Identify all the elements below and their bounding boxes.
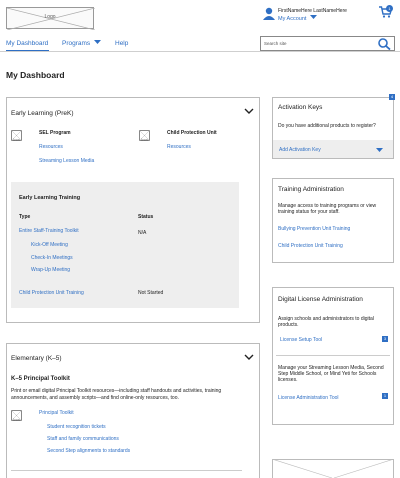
training-col-type: Type [19, 214, 31, 220]
activation-title: Activation Keys [278, 104, 323, 111]
child-protection-title: Child Protection Unit [167, 130, 217, 136]
cart-count-badge: 1 [386, 5, 393, 12]
license-admin-badge: 1 [382, 393, 388, 399]
chevron-down-icon[interactable] [244, 108, 254, 115]
nav-help[interactable]: Help [115, 40, 128, 47]
training-row-type[interactable]: Child Protection Unit Training [19, 290, 84, 296]
search-icon[interactable] [378, 38, 391, 50]
license-setup-description: Assign schools and administrators to dig… [278, 316, 374, 328]
icon-label: Icon [13, 418, 20, 422]
license-admin-title: Digital License Administration [278, 296, 363, 303]
chevron-down-icon [94, 40, 101, 44]
student-recognition-link[interactable]: Student recognition tickets [47, 424, 106, 430]
training-title: Early Learning Training [19, 195, 81, 201]
license-setup-badge: 3 [382, 336, 388, 342]
placeholder-card [272, 459, 394, 478]
toolkit-icon: Icon [11, 410, 22, 422]
image-placeholder-icon [272, 459, 394, 478]
bullying-prevention-training-link[interactable]: Bullying Prevention Unit Training [278, 226, 350, 232]
license-admin-description: Manage your Streaming Lesson Media, Seco… [278, 365, 384, 383]
add-activation-key-label: Add Activation Key [279, 147, 321, 153]
nav-programs-label: Programs [62, 40, 91, 47]
license-admin-card [272, 287, 394, 425]
alignments-link[interactable]: Second Step alignments to standards [47, 448, 130, 454]
chevron-down-icon[interactable] [244, 354, 254, 361]
nav-my-dashboard[interactable]: My Dashboard [6, 40, 48, 47]
training-admin-description: Manage access to training programs or vi… [278, 203, 377, 215]
training-row-type[interactable]: Kick-Off Meeting [31, 242, 68, 248]
activation-description: Do you have additional products to regis… [278, 123, 376, 129]
elementary-title: Elementary (K–5) [11, 355, 62, 362]
my-account-label: My Account [278, 16, 307, 22]
training-row-type[interactable]: Entire Staff-Training Toolkit [19, 228, 79, 234]
training-row-type[interactable]: Wrap-Up Meeting [31, 267, 70, 273]
training-row-type[interactable]: Check-In Meetings [31, 255, 73, 261]
training-admin-title: Training Administration [278, 186, 344, 193]
logo[interactable]: Logo [6, 7, 95, 30]
child-protection-icon: Icon [139, 130, 150, 142]
sel-program-title: SEL Program [39, 130, 71, 136]
divider [11, 470, 242, 471]
sel-program-icon: Icon [11, 130, 22, 142]
toolkit-title: K–5 Principal Toolkit [11, 376, 70, 382]
staff-family-communications-link[interactable]: Staff and family communications [47, 436, 119, 442]
activation-count-badge: 4 [389, 94, 395, 100]
toolkit-description: Print or email digital Principal Toolkit… [11, 388, 222, 401]
page-title: My Dashboard [6, 70, 65, 80]
license-admin-tool-link[interactable]: License Administration Tool [278, 395, 339, 401]
child-protection-training-link[interactable]: Child Protection Unit Training [278, 243, 343, 249]
training-col-status: Status [138, 214, 154, 220]
my-account-menu[interactable]: My Account [278, 15, 317, 22]
child-protection-resources-link[interactable]: Resources [167, 144, 191, 150]
chevron-down-icon [309, 15, 317, 19]
sel-resources-link[interactable]: Resources [39, 144, 63, 150]
user-icon[interactable] [263, 7, 275, 20]
nav-programs[interactable]: Programs [62, 40, 101, 47]
license-setup-tool-link[interactable]: License Setup Tool [280, 337, 322, 343]
sel-streaming-media-link[interactable]: Streaming Lesson Media [39, 158, 94, 164]
principal-toolkit-link[interactable]: Principal Toolkit [39, 410, 74, 416]
divider [276, 355, 390, 356]
icon-label: Icon [13, 138, 20, 142]
training-row-status: Not Started [138, 290, 164, 296]
chevron-down-icon [376, 148, 383, 152]
header-divider [0, 51, 400, 52]
training-row-status: N/A [138, 230, 147, 236]
icon-label: Icon [141, 138, 148, 142]
early-learning-title: Early Learning (PreK) [11, 110, 74, 117]
search-placeholder: Search site [264, 41, 287, 46]
logo-label: Logo [44, 14, 56, 20]
user-name: FirstNameHere LastNameHere [278, 8, 347, 14]
